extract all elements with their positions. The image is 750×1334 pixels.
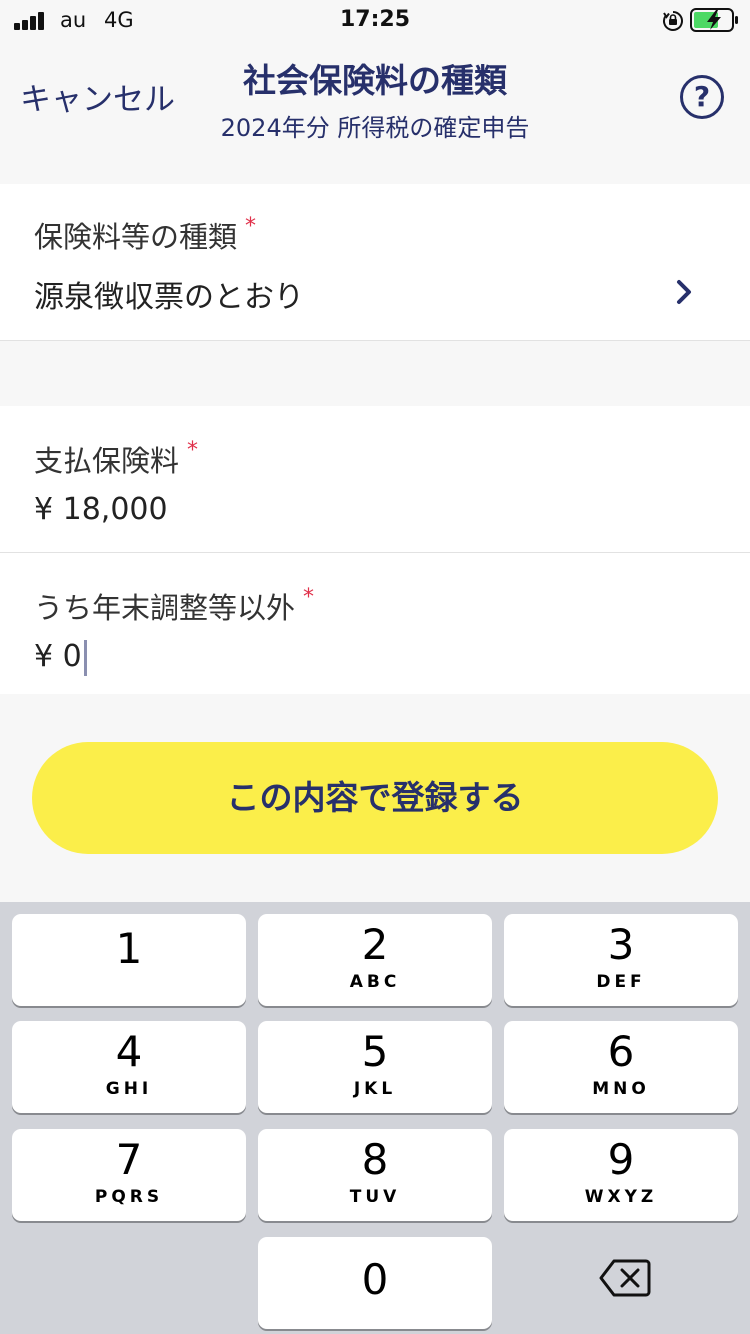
backspace-icon[interactable] bbox=[598, 1258, 652, 1298]
key-7[interactable]: 7 PQRS bbox=[12, 1129, 246, 1221]
insurance-type-section: 保険料等の種類 * 源泉徴収票のとおり bbox=[0, 184, 750, 341]
register-button[interactable]: この内容で登録する bbox=[32, 742, 718, 854]
key-6[interactable]: 6 MNO bbox=[504, 1021, 738, 1113]
divider bbox=[0, 340, 750, 341]
key-4[interactable]: 4 GHI bbox=[12, 1021, 246, 1113]
insurance-type-value: 源泉徴収票のとおり bbox=[34, 280, 304, 315]
other-than-year-end-field[interactable]: うち年末調整等以外 * ¥ 0 bbox=[0, 553, 750, 694]
required-mark: * bbox=[187, 438, 199, 463]
key-1[interactable]: 1 bbox=[12, 914, 246, 1006]
key-3[interactable]: 3 DEF bbox=[504, 914, 738, 1006]
page-title: 社会保険料の種類 bbox=[243, 61, 507, 100]
insurance-type-label: 保険料等の種類 * bbox=[34, 214, 257, 254]
status-time: 17:25 bbox=[339, 7, 411, 32]
required-mark: * bbox=[245, 214, 257, 239]
text-cursor bbox=[83, 639, 87, 676]
help-icon[interactable]: ? bbox=[680, 75, 724, 119]
battery-charging-icon bbox=[690, 8, 738, 32]
key-9[interactable]: 9 WXYZ bbox=[504, 1129, 738, 1221]
paid-premium-value[interactable]: ¥ 18,000 bbox=[34, 492, 168, 527]
key-5[interactable]: 5 JKL bbox=[258, 1021, 492, 1113]
page-subtitle: 2024年分 所得税の確定申告 bbox=[220, 114, 530, 142]
paid-premium-field[interactable]: 支払保険料 * ¥ 18,000 bbox=[0, 406, 750, 552]
required-mark: * bbox=[303, 585, 315, 610]
insurance-type-row[interactable]: 保険料等の種類 * 源泉徴収票のとおり bbox=[0, 184, 750, 341]
chevron-right-icon bbox=[677, 280, 691, 304]
key-0[interactable]: 0 bbox=[258, 1237, 492, 1329]
paid-premium-label: 支払保険料 * bbox=[34, 438, 199, 478]
key-8[interactable]: 8 TUV bbox=[258, 1129, 492, 1221]
status-bar: au 4G 17:25 bbox=[0, 0, 750, 40]
other-than-year-end-input[interactable]: ¥ 0 bbox=[34, 639, 87, 676]
key-2[interactable]: 2 ABC bbox=[258, 914, 492, 1006]
amount-section: 支払保険料 * ¥ 18,000 うち年末調整等以外 * ¥ 0 bbox=[0, 406, 750, 694]
other-than-year-end-label: うち年末調整等以外 * bbox=[34, 585, 315, 625]
orientation-lock-icon bbox=[663, 11, 683, 31]
